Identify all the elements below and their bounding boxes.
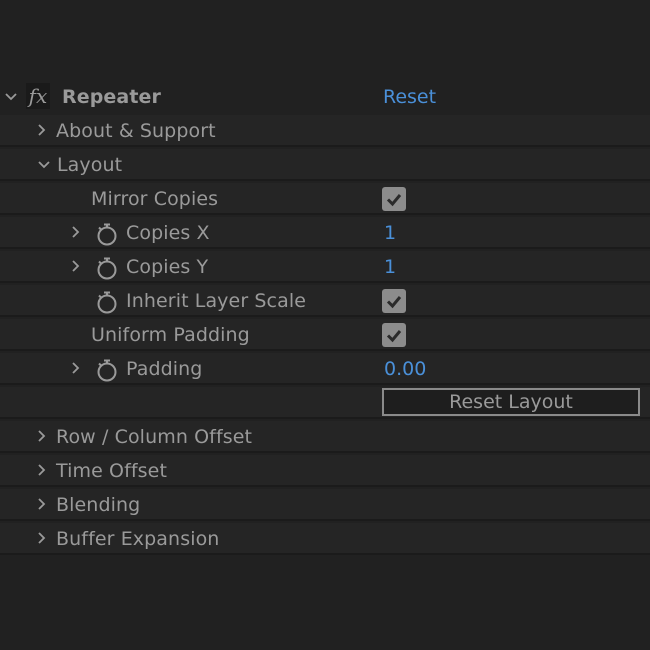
prop-copies-y: Copies Y 1	[0, 251, 650, 283]
checkmark-icon	[386, 194, 402, 207]
chevron-right-icon[interactable]	[34, 429, 48, 443]
group-buffer-expansion[interactable]: Buffer Expansion	[0, 523, 650, 555]
uniform-padding-checkbox[interactable]	[382, 323, 406, 347]
group-label: Blending	[56, 494, 141, 516]
mirror-copies-checkbox[interactable]	[382, 187, 406, 211]
chevron-right-icon[interactable]	[34, 531, 48, 545]
chevron-down-icon[interactable]	[37, 157, 51, 171]
prop-copies-x: Copies X 1	[0, 217, 650, 249]
effect-controls-panel: fx Repeater Reset About & Support Layout…	[0, 0, 650, 650]
checkmark-icon	[386, 330, 402, 343]
effect-header-row: fx Repeater Reset	[0, 81, 650, 113]
prop-inherit-layer-scale: Inherit Layer Scale	[0, 285, 650, 317]
group-label: Time Offset	[56, 460, 168, 482]
prop-padding: Padding 0.00	[0, 353, 650, 385]
copies-y-value[interactable]: 1	[384, 255, 396, 279]
chevron-right-icon[interactable]	[68, 361, 82, 375]
group-about-support[interactable]: About & Support	[0, 115, 650, 147]
prop-label: Copies Y	[126, 256, 209, 278]
group-label: Layout	[57, 154, 123, 176]
reset-layout-button[interactable]: Reset Layout	[382, 388, 640, 416]
group-row-column-offset[interactable]: Row / Column Offset	[0, 421, 650, 453]
prop-label: Mirror Copies	[91, 188, 219, 210]
chevron-right-icon[interactable]	[34, 497, 48, 511]
prop-label: Copies X	[126, 222, 210, 244]
group-label: About & Support	[56, 120, 216, 142]
checkmark-icon	[386, 296, 402, 309]
group-label: Row / Column Offset	[56, 426, 253, 448]
chevron-right-icon[interactable]	[34, 123, 48, 137]
stopwatch-icon[interactable]	[95, 256, 119, 280]
chevron-right-icon[interactable]	[68, 225, 82, 239]
prop-mirror-copies: Mirror Copies	[0, 183, 650, 215]
chevron-right-icon[interactable]	[34, 463, 48, 477]
group-label: Buffer Expansion	[56, 528, 220, 550]
copies-x-value[interactable]: 1	[384, 221, 396, 245]
padding-value[interactable]: 0.00	[384, 357, 426, 381]
reset-link[interactable]: Reset	[383, 85, 436, 109]
chevron-down-icon[interactable]	[4, 89, 18, 103]
prop-label: Padding	[126, 358, 203, 380]
group-time-offset[interactable]: Time Offset	[0, 455, 650, 487]
stopwatch-icon[interactable]	[95, 358, 119, 382]
stopwatch-icon[interactable]	[95, 290, 119, 314]
prop-label: Inherit Layer Scale	[126, 290, 306, 312]
prop-uniform-padding: Uniform Padding	[0, 319, 650, 351]
prop-label: Uniform Padding	[91, 324, 250, 346]
group-blending[interactable]: Blending	[0, 489, 650, 521]
stopwatch-icon[interactable]	[95, 222, 119, 246]
group-layout[interactable]: Layout	[0, 149, 650, 181]
fx-icon[interactable]: fx	[26, 83, 50, 109]
inherit-layer-scale-checkbox[interactable]	[382, 289, 406, 313]
chevron-right-icon[interactable]	[68, 259, 82, 273]
effect-name: Repeater	[62, 86, 161, 108]
reset-layout-row: Reset Layout	[0, 387, 650, 419]
